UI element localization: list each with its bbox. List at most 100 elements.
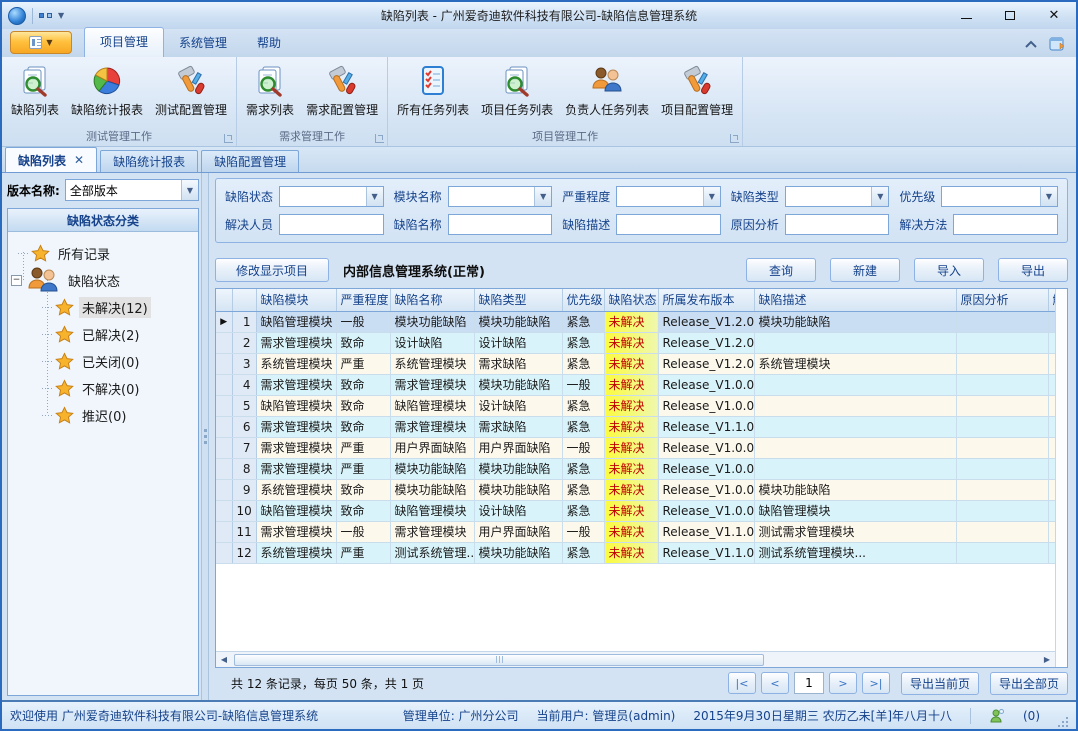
version-combo[interactable]: ▼ xyxy=(65,179,199,201)
filter-combo-priority[interactable]: ▼ xyxy=(941,186,1058,207)
ribbon-button[interactable]: 项目配置管理 xyxy=(656,60,738,129)
table-row[interactable]: 7需求管理模块严重用户界面缺陷用户界面缺陷一般未解决Release_V1.0.0 xyxy=(216,437,1055,458)
filter-text-input[interactable] xyxy=(617,215,720,234)
next-page-button[interactable]: > xyxy=(829,672,857,694)
action-button[interactable]: 新建 xyxy=(830,258,900,282)
ribbon-button[interactable]: 需求列表 xyxy=(241,60,299,129)
filter-combo-module-name[interactable]: ▼ xyxy=(448,186,553,207)
ribbon-tab[interactable]: 帮助 xyxy=(242,29,296,57)
column-header[interactable]: 原因分析 xyxy=(956,289,1048,311)
column-header[interactable]: 优先级 xyxy=(562,289,604,311)
table-row[interactable]: 10缺陷管理模块致命缺陷管理模块设计缺陷紧急未解决Release_V1.0.0缺… xyxy=(216,500,1055,521)
chevron-down-icon[interactable]: ▼ xyxy=(58,11,64,20)
column-header[interactable]: 缺陷模块 xyxy=(256,289,336,311)
tree-item[interactable]: 已关闭(0) xyxy=(8,348,198,375)
filter-combo-defect-status[interactable]: ▼ xyxy=(279,186,384,207)
help-icon[interactable] xyxy=(1048,35,1066,53)
filter-combo-value[interactable] xyxy=(449,187,535,206)
ribbon-button[interactable]: 项目任务列表 xyxy=(476,60,558,129)
filter-text-input[interactable] xyxy=(280,215,383,234)
application-menu-button[interactable]: ▼ xyxy=(10,31,72,54)
chevron-down-icon[interactable]: ▼ xyxy=(871,187,888,206)
column-header[interactable]: 所属发布版本 xyxy=(658,289,754,311)
page-number-input[interactable] xyxy=(794,672,824,694)
last-page-button[interactable]: >| xyxy=(862,672,890,694)
dialog-launcher-icon[interactable] xyxy=(730,134,739,143)
table-row[interactable]: 8需求管理模块严重模块功能缺陷模块功能缺陷紧急未解决Release_V1.0.0 xyxy=(216,458,1055,479)
table-row[interactable]: ▶1缺陷管理模块一般模块功能缺陷模块功能缺陷紧急未解决Release_V1.2.… xyxy=(216,311,1055,332)
column-header[interactable]: 缺陷名称 xyxy=(390,289,474,311)
ribbon-tab[interactable]: 项目管理 xyxy=(84,27,164,57)
table-row[interactable]: 6需求管理模块致命需求管理模块需求缺陷紧急未解决Release_V1.1.0 xyxy=(216,416,1055,437)
document-tab[interactable]: 缺陷配置管理 xyxy=(201,150,299,172)
tree-item[interactable]: −缺陷状态 xyxy=(8,267,198,294)
column-header[interactable]: 严重程度 xyxy=(336,289,390,311)
ribbon-tab[interactable]: 系统管理 xyxy=(164,29,242,57)
filter-combo-value[interactable] xyxy=(942,187,1040,206)
filter-combo-defect-type[interactable]: ▼ xyxy=(785,186,890,207)
action-button[interactable]: 导出 xyxy=(998,258,1068,282)
column-header[interactable]: 解决方法 xyxy=(1048,289,1055,311)
modify-display-items-button[interactable]: 修改显示项目 xyxy=(215,258,329,282)
close-tab-icon[interactable]: ✕ xyxy=(74,154,84,166)
document-tab[interactable]: 缺陷列表✕ xyxy=(5,147,97,172)
table-row[interactable]: 11需求管理模块一般需求管理模块用户界面缺陷一般未解决Release_V1.1.… xyxy=(216,521,1055,542)
table-row[interactable]: 3系统管理模块严重系统管理模块需求缺陷紧急未解决Release_V1.2.0系统… xyxy=(216,353,1055,374)
document-tab[interactable]: 缺陷统计报表 xyxy=(100,150,198,172)
ribbon-button[interactable]: 负责人任务列表 xyxy=(560,60,654,129)
action-button[interactable]: 导入 xyxy=(914,258,984,282)
tools-icon xyxy=(680,64,714,98)
export-current-page-button[interactable]: 导出当前页 xyxy=(901,672,979,695)
ribbon-button[interactable]: 测试配置管理 xyxy=(150,60,232,129)
column-header[interactable]: 缺陷类型 xyxy=(474,289,562,311)
tree-item[interactable]: 推迟(0) xyxy=(8,402,198,429)
scroll-right-icon[interactable]: ▶ xyxy=(1039,652,1055,667)
ribbon-button[interactable]: 所有任务列表 xyxy=(392,60,474,129)
table-row[interactable]: 5缺陷管理模块致命缺陷管理模块设计缺陷紧急未解决Release_V1.0.0 xyxy=(216,395,1055,416)
filter-text-input[interactable] xyxy=(954,215,1057,234)
minimize-button[interactable] xyxy=(944,3,988,29)
maximize-button[interactable] xyxy=(988,3,1032,29)
resize-grip-icon[interactable] xyxy=(1058,717,1068,727)
column-header[interactable]: 缺陷状态 xyxy=(604,289,658,311)
first-page-button[interactable]: |< xyxy=(728,672,756,694)
vertical-scrollbar[interactable] xyxy=(1055,289,1067,667)
chevron-down-icon[interactable]: ▼ xyxy=(534,187,551,206)
chevron-up-icon[interactable] xyxy=(1024,39,1038,49)
chevron-down-icon[interactable]: ▼ xyxy=(181,180,198,200)
chevron-down-icon[interactable]: ▼ xyxy=(366,187,383,206)
layout-grid-icon[interactable] xyxy=(39,13,52,18)
scrollbar-thumb[interactable] xyxy=(234,654,764,666)
export-all-pages-button[interactable]: 导出全部页 xyxy=(990,672,1068,695)
table-row[interactable]: 12系统管理模块严重测试系统管理...模块功能缺陷紧急未解决Release_V1… xyxy=(216,542,1055,563)
tree-item[interactable]: 未解决(12) xyxy=(8,294,198,321)
tree-item[interactable]: 已解决(2) xyxy=(8,321,198,348)
close-button[interactable]: ✕ xyxy=(1032,3,1076,29)
dialog-launcher-icon[interactable] xyxy=(224,134,233,143)
ribbon-button[interactable]: 缺陷统计报表 xyxy=(66,60,148,129)
column-header[interactable]: 缺陷描述 xyxy=(754,289,956,311)
version-combo-value[interactable] xyxy=(66,180,181,200)
prev-page-button[interactable]: < xyxy=(761,672,789,694)
ribbon-button[interactable]: 需求配置管理 xyxy=(301,60,383,129)
app-logo-icon[interactable] xyxy=(8,7,26,25)
scroll-left-icon[interactable]: ◀ xyxy=(216,652,232,667)
table-row[interactable]: 2需求管理模块致命设计缺陷设计缺陷紧急未解决Release_V1.2.0 xyxy=(216,332,1055,353)
ribbon-button[interactable]: 缺陷列表 xyxy=(6,60,64,129)
tree-item[interactable]: 不解决(0) xyxy=(8,375,198,402)
filter-combo-value[interactable] xyxy=(280,187,366,206)
filter-text-input[interactable] xyxy=(449,215,552,234)
dialog-launcher-icon[interactable] xyxy=(375,134,384,143)
filter-combo-severity[interactable]: ▼ xyxy=(616,186,721,207)
tree-expander-icon[interactable]: − xyxy=(11,275,22,286)
chevron-down-icon[interactable]: ▼ xyxy=(1040,187,1057,206)
action-button[interactable]: 查询 xyxy=(746,258,816,282)
table-row[interactable]: 9系统管理模块致命模块功能缺陷模块功能缺陷紧急未解决Release_V1.0.0… xyxy=(216,479,1055,500)
filter-combo-value[interactable] xyxy=(786,187,872,206)
filter-text-input[interactable] xyxy=(786,215,889,234)
filter-combo-value[interactable] xyxy=(617,187,703,206)
chevron-down-icon[interactable]: ▼ xyxy=(703,187,720,206)
table-row[interactable]: 4需求管理模块致命需求管理模块模块功能缺陷一般未解决Release_V1.0.0 xyxy=(216,374,1055,395)
horizontal-scrollbar[interactable]: ◀ ▶ xyxy=(216,651,1055,667)
splitter-handle[interactable] xyxy=(201,173,209,700)
